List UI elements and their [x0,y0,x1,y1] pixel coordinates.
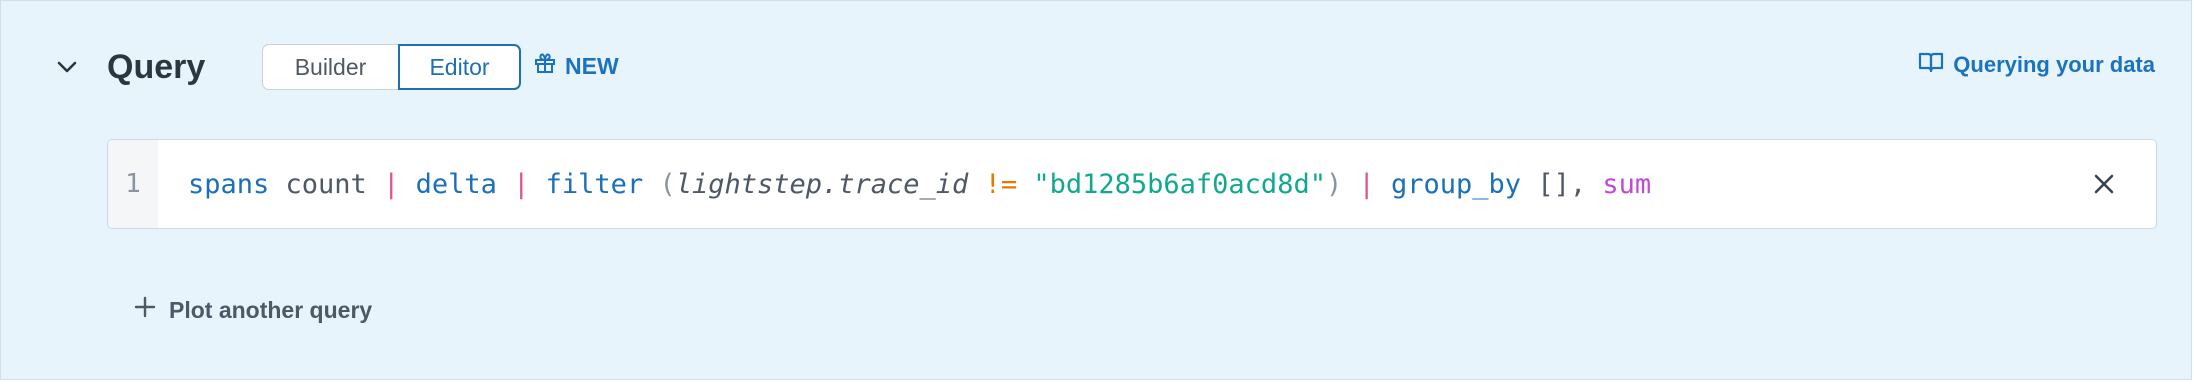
close-icon[interactable] [2090,170,2118,198]
code-token-pipe: | [383,168,400,200]
plot-another-query-button[interactable]: Plot another query [133,295,372,325]
line-number: 1 [125,169,141,199]
query-title: Query [107,48,206,86]
code-token-ident: lightstep.trace_id [675,168,969,200]
docs-link-label: Querying your data [1953,52,2155,77]
query-editor[interactable]: 1 spans count | delta | filter (lightste… [107,139,2157,229]
query-panel: Query Builder Editor NEW Querying your d… [0,0,2192,380]
code-token-pipe: | [1342,168,1392,200]
chevron-down-icon[interactable] [53,53,81,81]
builder-editor-toggle: Builder Editor [262,44,521,90]
querying-docs-link[interactable]: Querying your data [1918,51,2155,79]
book-open-icon [1918,51,1944,79]
plus-icon [133,295,157,325]
code-token-plain: count [269,168,384,200]
new-badge-label: NEW [565,52,619,79]
code-token-op: != [968,168,1034,200]
code-token-kw: spans [188,168,270,200]
builder-tab[interactable]: Builder [262,44,398,90]
code-token-pipe: | [513,168,530,200]
code-line[interactable]: spans count | delta | filter (lightstep.… [158,140,2156,228]
line-number-gutter: 1 [108,140,158,228]
code-token-kw: delta [399,168,514,200]
plot-another-label: Plot another query [169,296,373,323]
gift-icon [533,51,557,81]
code-token-agg: sum [1602,168,1652,200]
new-badge[interactable]: NEW [533,51,619,81]
code-token-paren: ) [1325,168,1343,200]
code-token-str: "bd1285b6af0acd8d" [1033,168,1326,200]
code-token-paren: ( [659,168,676,200]
code-token-kw: filter [529,168,660,200]
code-token-kw: group_by [1391,168,1522,200]
editor-tab[interactable]: Editor [398,44,521,90]
code-token-plain: [], [1521,168,1603,200]
